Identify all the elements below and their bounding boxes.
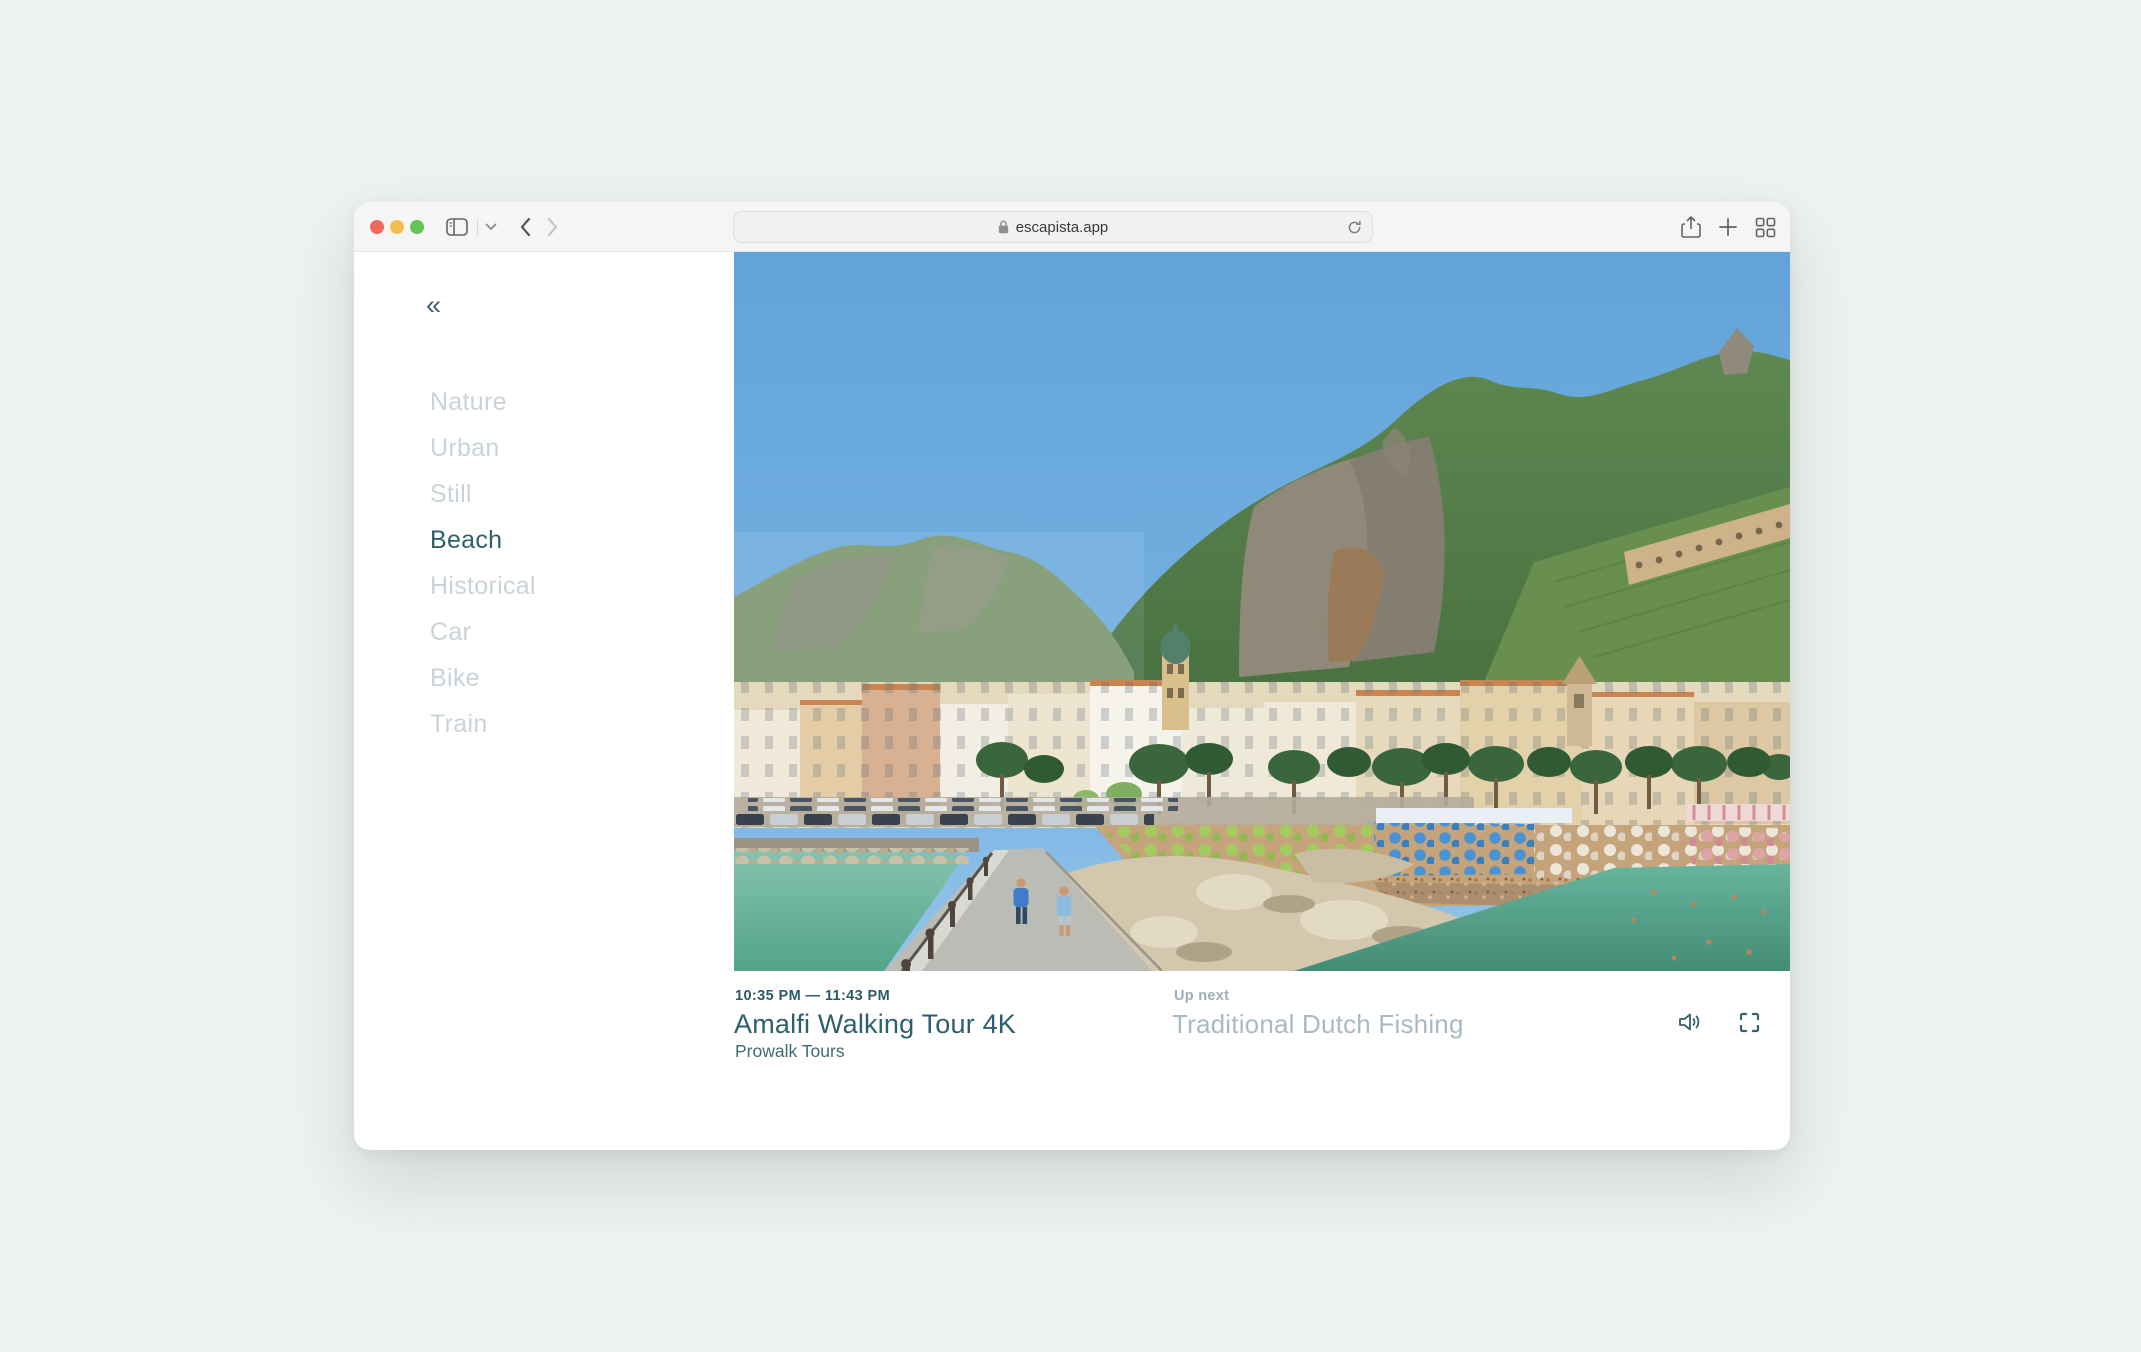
fullscreen-icon[interactable] <box>1739 1012 1760 1033</box>
channel-name: Prowalk Tours <box>735 1041 845 1062</box>
zoom-window-button[interactable] <box>410 220 424 234</box>
share-icon[interactable] <box>1681 215 1701 239</box>
category-list: Nature Urban Still Beach Historical Car … <box>430 379 536 747</box>
sidebar-toggle-icon[interactable] <box>446 218 468 236</box>
category-sidebar: « Nature Urban Still Beach Historical Ca… <box>354 252 734 1149</box>
video-title: Amalfi Walking Tour 4K <box>734 1009 1016 1040</box>
schedule-time: 10:35 PM — 11:43 PM <box>735 988 890 1004</box>
up-next-title[interactable]: Traditional Dutch Fishing <box>1172 1009 1464 1040</box>
app-content: « Nature Urban Still Beach Historical Ca… <box>354 252 1790 1149</box>
tab-overview-icon[interactable] <box>1755 217 1776 238</box>
nav-cluster <box>446 202 559 252</box>
reload-icon[interactable] <box>1347 220 1362 235</box>
sidebar-item-nature[interactable]: Nature <box>430 379 536 425</box>
sidebar-item-train[interactable]: Train <box>430 701 536 747</box>
browser-toolbar: escapista.app <box>354 202 1790 252</box>
sidebar-item-urban[interactable]: Urban <box>430 425 536 471</box>
sidebar-item-bike[interactable]: Bike <box>430 655 536 701</box>
volume-icon[interactable] <box>1678 1011 1702 1033</box>
browser-window: escapista.app « Nature Urban Still <box>354 202 1790 1150</box>
close-window-button[interactable] <box>370 220 384 234</box>
sidebar-item-historical[interactable]: Historical <box>430 563 536 609</box>
up-next-label: Up next <box>1174 988 1229 1004</box>
url-field[interactable]: escapista.app <box>733 211 1373 243</box>
traffic-lights <box>370 202 424 252</box>
lock-icon <box>998 220 1009 234</box>
player-pane: 10:35 PM — 11:43 PM Amalfi Walking Tour … <box>734 252 1790 1149</box>
collapse-sidebar-icon[interactable]: « <box>426 292 439 319</box>
video-frame[interactable] <box>734 252 1790 971</box>
minimize-window-button[interactable] <box>390 220 404 234</box>
sidebar-item-car[interactable]: Car <box>430 609 536 655</box>
url-text: escapista.app <box>1016 219 1109 236</box>
new-tab-icon[interactable] <box>1718 217 1738 237</box>
toolbar-divider <box>477 218 478 236</box>
now-playing-bar: 10:35 PM — 11:43 PM Amalfi Walking Tour … <box>734 971 1790 1101</box>
player-controls <box>1678 1011 1760 1033</box>
back-icon[interactable] <box>519 217 531 237</box>
forward-icon[interactable] <box>547 217 559 237</box>
chevron-down-icon[interactable] <box>485 223 497 231</box>
toolbar-right-cluster <box>1681 202 1776 252</box>
sidebar-item-still[interactable]: Still <box>430 471 536 517</box>
sidebar-item-beach[interactable]: Beach <box>430 517 536 563</box>
